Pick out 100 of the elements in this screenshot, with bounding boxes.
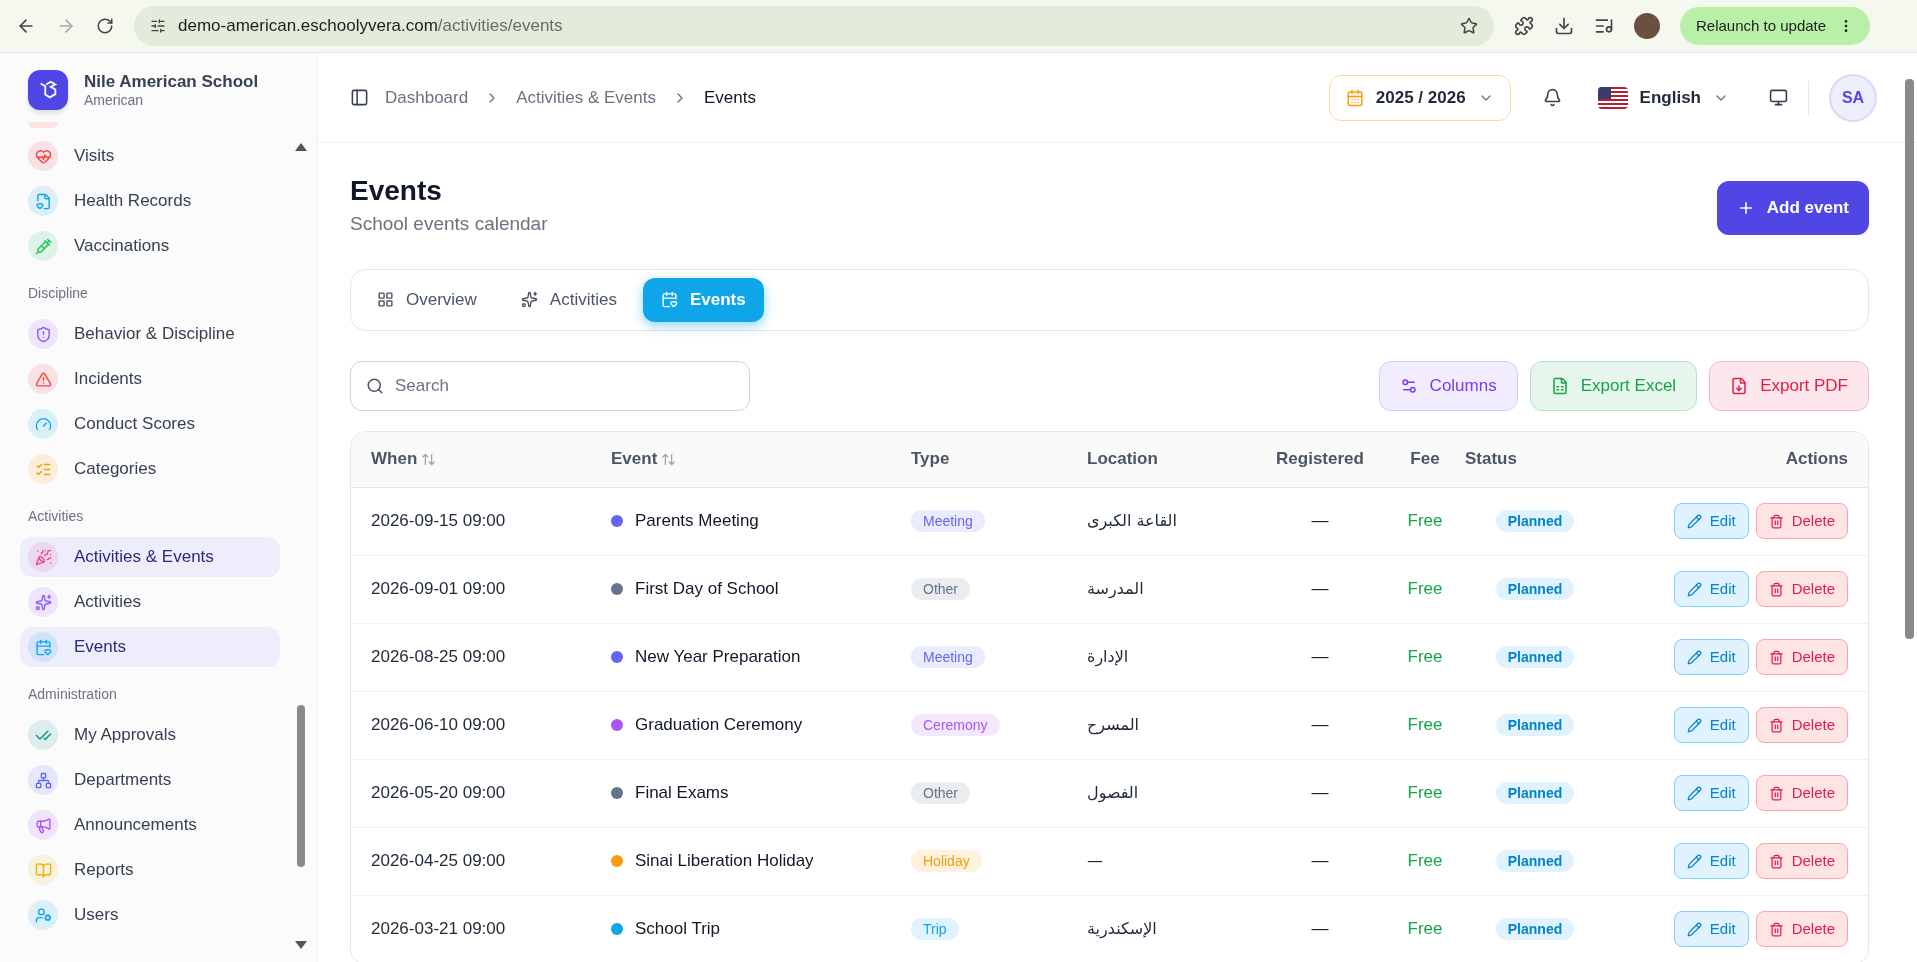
status-tag: Planned: [1495, 782, 1575, 805]
status-tag: Planned: [1495, 646, 1575, 669]
columns-button[interactable]: Columns: [1378, 360, 1518, 411]
type-tag: Ceremony: [911, 714, 1000, 737]
sidebar-item[interactable]: Vaccinations: [20, 226, 280, 266]
delete-button[interactable]: Delete: [1755, 775, 1848, 811]
status-tag: Planned: [1495, 850, 1575, 873]
sidebar-item[interactable]: Announcements: [20, 805, 280, 845]
delete-button[interactable]: Delete: [1755, 911, 1848, 947]
edit-button[interactable]: Edit: [1673, 843, 1749, 879]
table-cell: —: [1311, 715, 1329, 735]
delete-button[interactable]: Delete: [1755, 571, 1848, 607]
sidebar-item[interactable]: Categories: [20, 449, 280, 489]
extensions-icon[interactable]: [1514, 16, 1534, 36]
edit-button[interactable]: Edit: [1673, 639, 1749, 675]
delete-button[interactable]: Delete: [1755, 639, 1848, 675]
column-header: Registered: [1276, 448, 1364, 471]
sidebar-item[interactable]: Reports: [20, 850, 280, 890]
sidebar-section-heading: Discipline: [27, 284, 89, 303]
fee-text: Free: [1407, 715, 1443, 735]
edit-button[interactable]: Edit: [1673, 707, 1749, 743]
tab[interactable]: Overview: [359, 277, 495, 322]
notifications-icon[interactable]: [1542, 88, 1562, 107]
user-avatar[interactable]: SA: [1829, 73, 1877, 122]
profile-avatar[interactable]: [1634, 13, 1660, 39]
table-cell: الإسكندرية: [1087, 919, 1157, 939]
sidebar-item[interactable]: Behavior & Discipline: [20, 314, 280, 354]
status-tag: Planned: [1495, 918, 1575, 941]
fee-text: Free: [1407, 647, 1443, 667]
table-cell: 2026-06-10 09:00: [371, 715, 506, 735]
url-text: demo-american.eschoolyvera.com/activities/events: [178, 15, 564, 38]
table-cell: 2026-08-25 09:00: [371, 647, 506, 667]
edit-button[interactable]: Edit: [1673, 775, 1749, 811]
pdf-file-icon: [1730, 376, 1749, 395]
bookmark-star-icon[interactable]: [1460, 17, 1478, 35]
table-cell: الإدارة: [1087, 647, 1129, 667]
table-cell: —: [1311, 783, 1329, 803]
status-tag: Planned: [1495, 578, 1575, 601]
delete-button[interactable]: Delete: [1755, 843, 1848, 879]
scroll-down-arrow[interactable]: [295, 941, 307, 949]
breadcrumb-link[interactable]: Dashboard: [385, 84, 469, 111]
page-scrollbar[interactable]: [1905, 79, 1914, 639]
table-cell: الفصول: [1087, 783, 1139, 803]
address-bar[interactable]: demo-american.eschoolyvera.com/activities/events: [134, 6, 1494, 46]
table-cell: —: [1311, 919, 1329, 939]
event-name: School Trip: [635, 918, 721, 941]
table-cell: المدرسة: [1087, 579, 1144, 599]
sidebar-item[interactable]: Departments: [20, 760, 280, 800]
status-tag: Planned: [1495, 510, 1575, 533]
reload-icon[interactable]: [96, 17, 114, 35]
breadcrumb-link[interactable]: Activities & Events: [516, 84, 656, 111]
table-cell: المسرح: [1087, 715, 1139, 735]
fee-text: Free: [1407, 511, 1443, 531]
relaunch-button[interactable]: Relaunch to update: [1680, 7, 1871, 45]
table-cell: 2026-09-15 09:00: [371, 511, 506, 531]
sidebar-item[interactable]: My Approvals: [20, 715, 280, 755]
sidebar-item[interactable]: Visits: [20, 136, 280, 176]
delete-button[interactable]: Delete: [1755, 707, 1848, 743]
table-cell: —: [1311, 851, 1329, 871]
sidebar-item[interactable]: Health Records: [20, 181, 280, 221]
site-settings-icon[interactable]: [150, 18, 166, 34]
us-flag-icon: [1597, 86, 1628, 109]
sidebar-item[interactable]: Events: [20, 627, 280, 667]
download-icon[interactable]: [1554, 16, 1574, 36]
pencil-icon: [1686, 649, 1702, 665]
pencil-icon: [1686, 717, 1702, 733]
table-cell: —: [1311, 511, 1329, 531]
fee-text: Free: [1407, 919, 1443, 939]
sidebar-item[interactable]: Activities: [20, 582, 280, 622]
academic-year-selector[interactable]: 2025 / 2026: [1328, 74, 1511, 121]
event-name: Sinai Liberation Holiday: [635, 850, 814, 873]
column-header[interactable]: When: [371, 446, 437, 472]
type-tag: Other: [911, 578, 970, 601]
sidebar-item[interactable]: Activities & Events: [20, 537, 280, 577]
sidebar-toggle-icon[interactable]: [350, 88, 369, 107]
edit-button[interactable]: Edit: [1673, 503, 1749, 539]
sidebar-item[interactable]: Incidents: [20, 359, 280, 399]
column-header: Location: [1087, 448, 1158, 471]
delete-button[interactable]: Delete: [1755, 503, 1848, 539]
column-header[interactable]: Event: [611, 446, 677, 472]
column-header: Actions: [1785, 448, 1848, 471]
type-tag: Holiday: [911, 850, 982, 873]
display-icon[interactable]: [1769, 88, 1788, 107]
table-cell: 2026-05-20 09:00: [371, 783, 506, 803]
sidebar-scrollbar[interactable]: [297, 705, 305, 867]
media-icon[interactable]: [1594, 16, 1614, 36]
tab[interactable]: Activities: [502, 277, 635, 322]
search-field[interactable]: Search: [350, 360, 750, 411]
language-selector[interactable]: English: [1597, 84, 1729, 111]
edit-button[interactable]: Edit: [1673, 571, 1749, 607]
add-event-button[interactable]: Add event: [1716, 181, 1869, 235]
sidebar-item[interactable]: Users: [20, 895, 280, 935]
sidebar-item[interactable]: Conduct Scores: [20, 404, 280, 444]
edit-button[interactable]: Edit: [1673, 911, 1749, 947]
pencil-icon: [1686, 853, 1702, 869]
scroll-up-arrow[interactable]: [295, 143, 307, 151]
page-title: Events: [350, 174, 443, 208]
school-name: Nile American School: [84, 70, 259, 92]
export-pdf-button[interactable]: Export PDF: [1709, 360, 1869, 411]
pencil-icon: [1686, 513, 1702, 529]
